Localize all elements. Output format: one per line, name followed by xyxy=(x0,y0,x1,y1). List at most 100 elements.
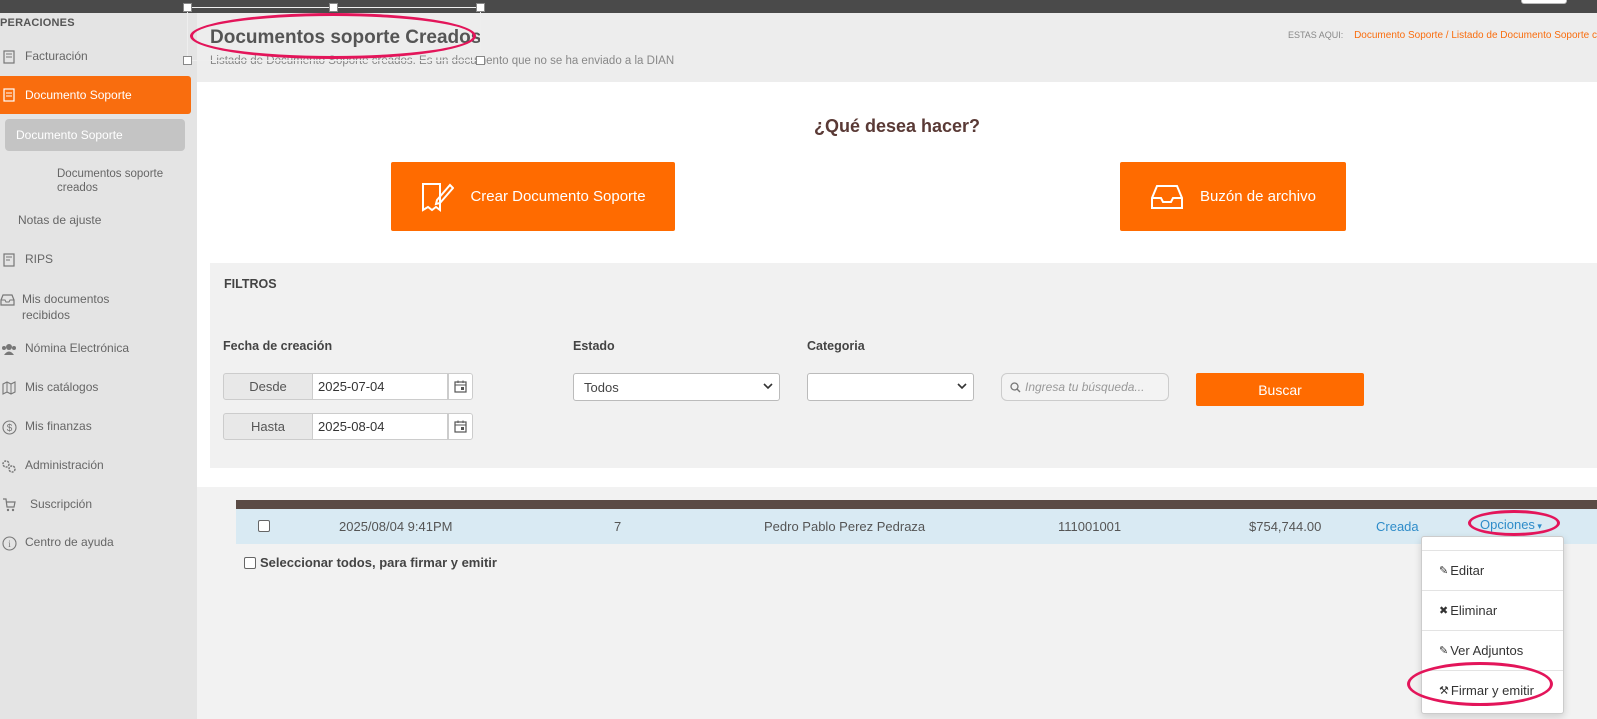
table-header-bar xyxy=(236,500,1597,509)
sidebar-item-label: Mis catálogos xyxy=(25,380,99,394)
date-from-label: Desde xyxy=(223,373,313,400)
sidebar-item-label: Documento Soporte xyxy=(25,88,132,102)
sidebar-item-label: RIPS xyxy=(25,252,54,266)
breadcrumb-label: ESTAS AQUI: xyxy=(1287,30,1344,40)
table-row[interactable]: 2025/08/04 9:41PM 7 Pedro Pablo Perez Pe… xyxy=(236,509,1597,544)
row-valor: $754,744.00 xyxy=(1249,519,1322,534)
sidebar-item-administracion[interactable]: Administración xyxy=(0,458,191,474)
sidebar-item-label: Centro de ayuda xyxy=(25,535,114,549)
calendar-icon[interactable] xyxy=(448,373,473,400)
sidebar-item-label: Suscripción xyxy=(30,497,93,511)
options-toggle[interactable]: Opciones ▾ xyxy=(1480,517,1542,532)
sidebar-item-label: Facturación xyxy=(25,49,88,63)
date-to-group: Hasta 2025-08-04 xyxy=(223,413,473,440)
selection-handle[interactable] xyxy=(183,3,192,12)
menu-item-firmar-emitir[interactable]: ⚒ Firmar y emitir xyxy=(1422,670,1563,710)
results-panel: 2025/08/04 9:41PM 7 Pedro Pablo Perez Pe… xyxy=(197,487,1597,719)
filters-panel: FILTROS Fecha de creación Estado Categor… xyxy=(210,263,1597,468)
cogs-icon xyxy=(0,458,18,474)
sidebar: PERACIONES Facturación Documento Soporte… xyxy=(0,13,197,719)
edit-icon: ✎ xyxy=(1439,565,1449,577)
row-nombre: Pedro Pablo Perez Pedraza xyxy=(764,519,926,534)
document-icon xyxy=(0,87,18,103)
menu-item-editar[interactable]: ✎ Editar xyxy=(1422,550,1563,590)
row-fecha: 2025/08/04 9:41PM xyxy=(339,519,453,534)
row-checkbox[interactable] xyxy=(258,520,270,532)
breadcrumb: ESTAS AQUI: Documento Soporte / Listado … xyxy=(1288,30,1597,41)
caret-down-icon: ▾ xyxy=(1534,521,1542,531)
date-filter-label: Fecha de creación xyxy=(223,339,333,353)
sidebar-item-catalogos[interactable]: Mis catálogos xyxy=(0,380,191,396)
menu-item-label: Editar xyxy=(1450,563,1485,578)
sidebar-subitem-notas-ajuste[interactable]: Notas de ajuste xyxy=(18,213,101,227)
search-icon xyxy=(1010,381,1021,392)
categoria-select[interactable] xyxy=(807,373,974,401)
options-dropdown: ✎ Editar ✖ Eliminar ✎ Ver Adjuntos ⚒ Firmar … xyxy=(1421,536,1564,714)
sidebar-item-ayuda[interactable]: i Centro de ayuda xyxy=(0,535,191,551)
close-icon: ✖ xyxy=(1439,605,1449,617)
options-label: Opciones xyxy=(1480,517,1535,532)
selection-handle[interactable] xyxy=(183,56,192,65)
mailbox-button[interactable]: Buzón de archivo xyxy=(1120,162,1346,231)
sidebar-item-label: Mis finanzas xyxy=(25,419,92,433)
sidebar-subitem-documento-soporte[interactable]: Documento Soporte xyxy=(5,119,185,151)
menu-item-ver-adjuntos[interactable]: ✎ Ver Adjuntos xyxy=(1422,630,1563,670)
create-document-button[interactable]: Crear Documento Soporte xyxy=(391,162,675,231)
main-content: ¿Qué desea hacer? Crear Documento Soport… xyxy=(197,82,1597,719)
top-bar-button[interactable] xyxy=(1521,0,1567,4)
dollar-icon: $ xyxy=(0,419,18,435)
estado-select[interactable]: Todos xyxy=(573,373,780,401)
edit-icon: ✎ xyxy=(1439,645,1449,657)
search-input[interactable]: Ingresa tu búsqueda... xyxy=(1001,373,1169,401)
sidebar-subitem-documentos-creados[interactable]: Documentos soporte creados xyxy=(57,167,177,195)
sidebar-item-documento-soporte[interactable]: Documento Soporte xyxy=(0,76,191,114)
calendar-icon[interactable] xyxy=(448,413,473,440)
date-from-group: Desde 2025-07-04 xyxy=(223,373,473,400)
create-document-label: Crear Documento Soporte xyxy=(470,188,646,205)
date-from-input[interactable]: 2025-07-04 xyxy=(313,373,448,400)
menu-item-label: Eliminar xyxy=(1450,603,1498,618)
date-to-input[interactable]: 2025-08-04 xyxy=(313,413,448,440)
mailbox-label: Buzón de archivo xyxy=(1200,188,1316,205)
svg-text:$: $ xyxy=(6,423,12,434)
selection-handle[interactable] xyxy=(476,56,485,65)
sidebar-item-facturacion[interactable]: Facturación xyxy=(0,49,191,65)
sidebar-item-rips[interactable]: RIPS xyxy=(0,252,191,268)
selection-handle[interactable] xyxy=(329,3,338,12)
estado-filter-label: Estado xyxy=(573,339,615,353)
breadcrumb-path[interactable]: Documento Soporte / Listado de Documento… xyxy=(1354,30,1597,41)
map-icon xyxy=(0,380,18,396)
edit-document-icon xyxy=(422,182,455,212)
menu-item-label: Firmar y emitir xyxy=(1450,683,1534,698)
chevron-down-icon xyxy=(957,383,967,390)
invoice-icon xyxy=(0,49,18,65)
users-icon xyxy=(0,341,18,357)
svg-text:i: i xyxy=(8,539,11,549)
sidebar-item-finanzas[interactable]: $ Mis finanzas xyxy=(0,419,191,435)
row-numero: 7 xyxy=(614,519,622,534)
sidebar-item-label: Administración xyxy=(25,458,104,472)
sidebar-item-suscripcion[interactable]: Suscripción xyxy=(0,497,191,513)
estado-select-value: Todos xyxy=(584,380,619,395)
search-button[interactable]: Buscar xyxy=(1196,373,1364,406)
select-all-checkbox[interactable] xyxy=(244,556,256,569)
receipt-icon xyxy=(0,252,18,268)
menu-item-eliminar[interactable]: ✖ Eliminar xyxy=(1422,590,1563,630)
filters-title: FILTROS xyxy=(224,277,277,291)
sidebar-section-title: PERACIONES xyxy=(0,17,75,29)
sidebar-item-nomina[interactable]: Nómina Electrónica xyxy=(0,341,191,357)
categoria-filter-label: Categoria xyxy=(807,339,865,353)
action-question: ¿Qué desea hacer? xyxy=(813,116,981,136)
chevron-down-icon xyxy=(763,383,773,390)
select-all[interactable]: Seleccionar todos, para firmar y emitir xyxy=(244,555,497,570)
select-all-label: Seleccionar todos, para firmar y emitir xyxy=(260,555,497,570)
row-estado: Creada xyxy=(1376,519,1419,534)
sidebar-item-label: Nómina Electrónica xyxy=(25,341,130,355)
date-to-label: Hasta xyxy=(223,413,313,440)
info-icon: i xyxy=(0,535,18,551)
inbox-icon xyxy=(1151,184,1184,209)
selection-box xyxy=(187,7,481,61)
sidebar-item-label: Mis documentos recibidos xyxy=(22,292,110,322)
selection-handle[interactable] xyxy=(476,3,485,12)
sidebar-item-mis-documentos[interactable]: Mis documentos recibidos xyxy=(0,291,130,323)
